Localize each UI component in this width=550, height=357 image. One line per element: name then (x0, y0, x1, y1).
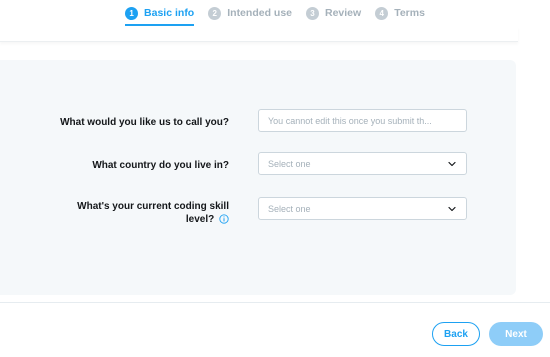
step-number-badge: 1 (125, 6, 139, 20)
country-label: What country do you live in? (92, 160, 229, 171)
skill-select-value: Select one (268, 203, 311, 214)
skill-select[interactable]: Select one (258, 197, 467, 220)
chevron-down-icon (448, 161, 456, 166)
step-terms[interactable]: 4 Terms (375, 0, 425, 26)
previous-section-card (0, 27, 518, 42)
chevron-down-icon (448, 206, 456, 211)
step-label: Basic info (144, 7, 195, 19)
step-basic-info[interactable]: 1 Basic info (125, 0, 195, 26)
name-label: What would you like us to call you? (60, 117, 229, 128)
step-label: Terms (394, 7, 425, 19)
next-button[interactable]: Next (489, 322, 543, 346)
skill-label-line2: level? (185, 214, 215, 225)
step-number-badge: 4 (375, 6, 389, 20)
country-select[interactable]: Select one (258, 152, 467, 175)
basic-info-form-card: What would you like us to call you? What… (0, 60, 516, 295)
skill-label: What's your current coding skill level? (9, 200, 229, 226)
name-input[interactable] (268, 115, 457, 126)
step-review[interactable]: 3 Review (306, 0, 361, 26)
skill-label-line1: What's your current coding skill (77, 201, 229, 212)
step-label: Review (325, 7, 362, 19)
name-field[interactable] (258, 109, 467, 132)
back-button[interactable]: Back (432, 322, 480, 346)
step-number-badge: 2 (208, 6, 222, 20)
step-label: Intended use (227, 7, 292, 19)
info-icon[interactable] (219, 214, 229, 224)
progress-stepper: 1 Basic info 2 Intended use 3 Review 4 T… (0, 0, 550, 26)
country-select-value: Select one (268, 158, 311, 169)
footer-divider (0, 302, 550, 303)
step-intended-use[interactable]: 2 Intended use (208, 0, 292, 26)
step-number-badge: 3 (306, 6, 319, 20)
